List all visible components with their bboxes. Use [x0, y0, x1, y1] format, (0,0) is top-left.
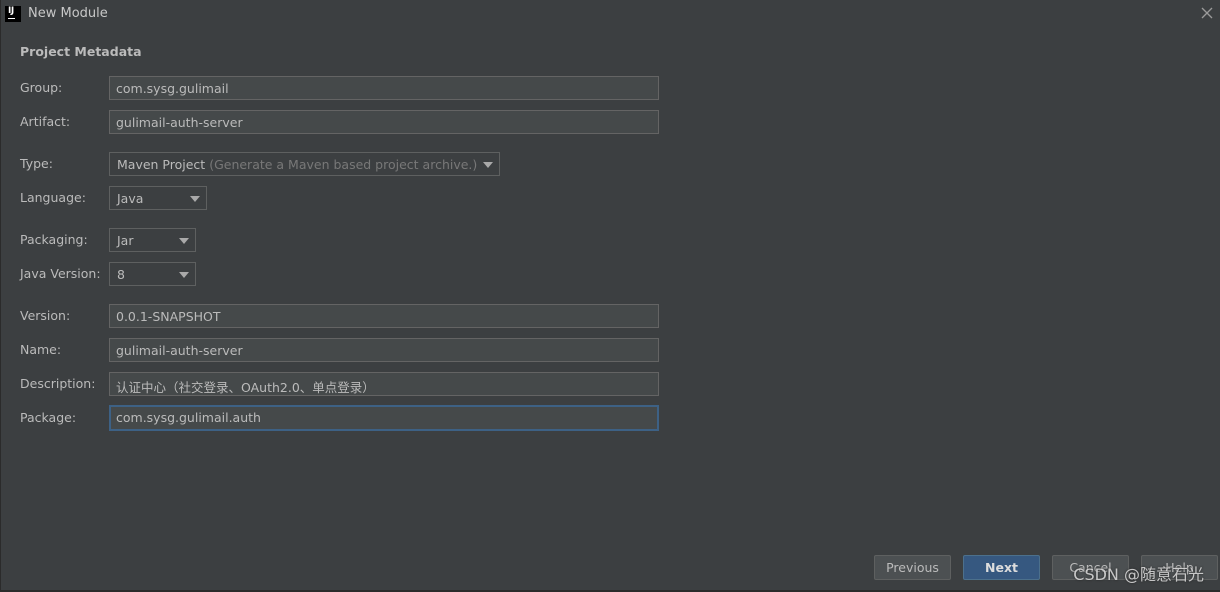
package-input[interactable]: com.sysg.gulimail.auth [109, 405, 659, 431]
name-input[interactable]: gulimail-auth-server [109, 338, 659, 362]
chevron-down-icon [190, 196, 200, 202]
version-input[interactable]: 0.0.1-SNAPSHOT [109, 304, 659, 328]
type-select[interactable]: Maven Project (Generate a Maven based pr… [109, 152, 500, 176]
chevron-down-icon [483, 162, 493, 168]
group-label: Group: [20, 80, 63, 95]
section-title-project-metadata: Project Metadata [20, 44, 142, 59]
chevron-down-icon [179, 272, 189, 278]
chevron-down-icon [179, 238, 189, 244]
java-version-select[interactable]: 8 [109, 262, 196, 286]
artifact-input[interactable]: gulimail-auth-server [109, 110, 659, 134]
type-select-value: Maven Project [117, 157, 206, 172]
csdn-watermark: CSDN @随意石光 [1073, 565, 1204, 584]
new-module-dialog: IJ New Module Project Metadata Group: co… [0, 0, 1220, 592]
description-label: Description: [20, 376, 96, 391]
next-button[interactable]: Next [963, 555, 1040, 580]
close-icon[interactable] [1199, 5, 1215, 21]
description-input[interactable]: 认证中心（社交登录、OAuth2.0、单点登录） [109, 372, 659, 396]
package-label: Package: [20, 410, 77, 425]
packaging-select[interactable]: Jar [109, 228, 196, 252]
version-label: Version: [20, 308, 71, 323]
packaging-select-value: Jar [117, 233, 134, 248]
packaging-label: Packaging: [20, 232, 88, 247]
previous-button[interactable]: Previous [874, 555, 951, 580]
language-select[interactable]: Java [109, 186, 207, 210]
java-version-label: Java Version: [20, 266, 101, 281]
language-label: Language: [20, 190, 86, 205]
group-input[interactable]: com.sysg.gulimail [109, 76, 659, 100]
language-select-value: Java [117, 191, 144, 206]
java-version-select-value: 8 [117, 267, 125, 282]
type-label: Type: [20, 156, 53, 171]
window-title: New Module [28, 6, 108, 21]
intellij-app-icon: IJ [5, 6, 21, 22]
type-select-hint: (Generate a Maven based project archive.… [209, 157, 478, 172]
artifact-label: Artifact: [20, 114, 71, 129]
title-bar: IJ New Module [1, 0, 1220, 30]
name-label: Name: [20, 342, 62, 357]
